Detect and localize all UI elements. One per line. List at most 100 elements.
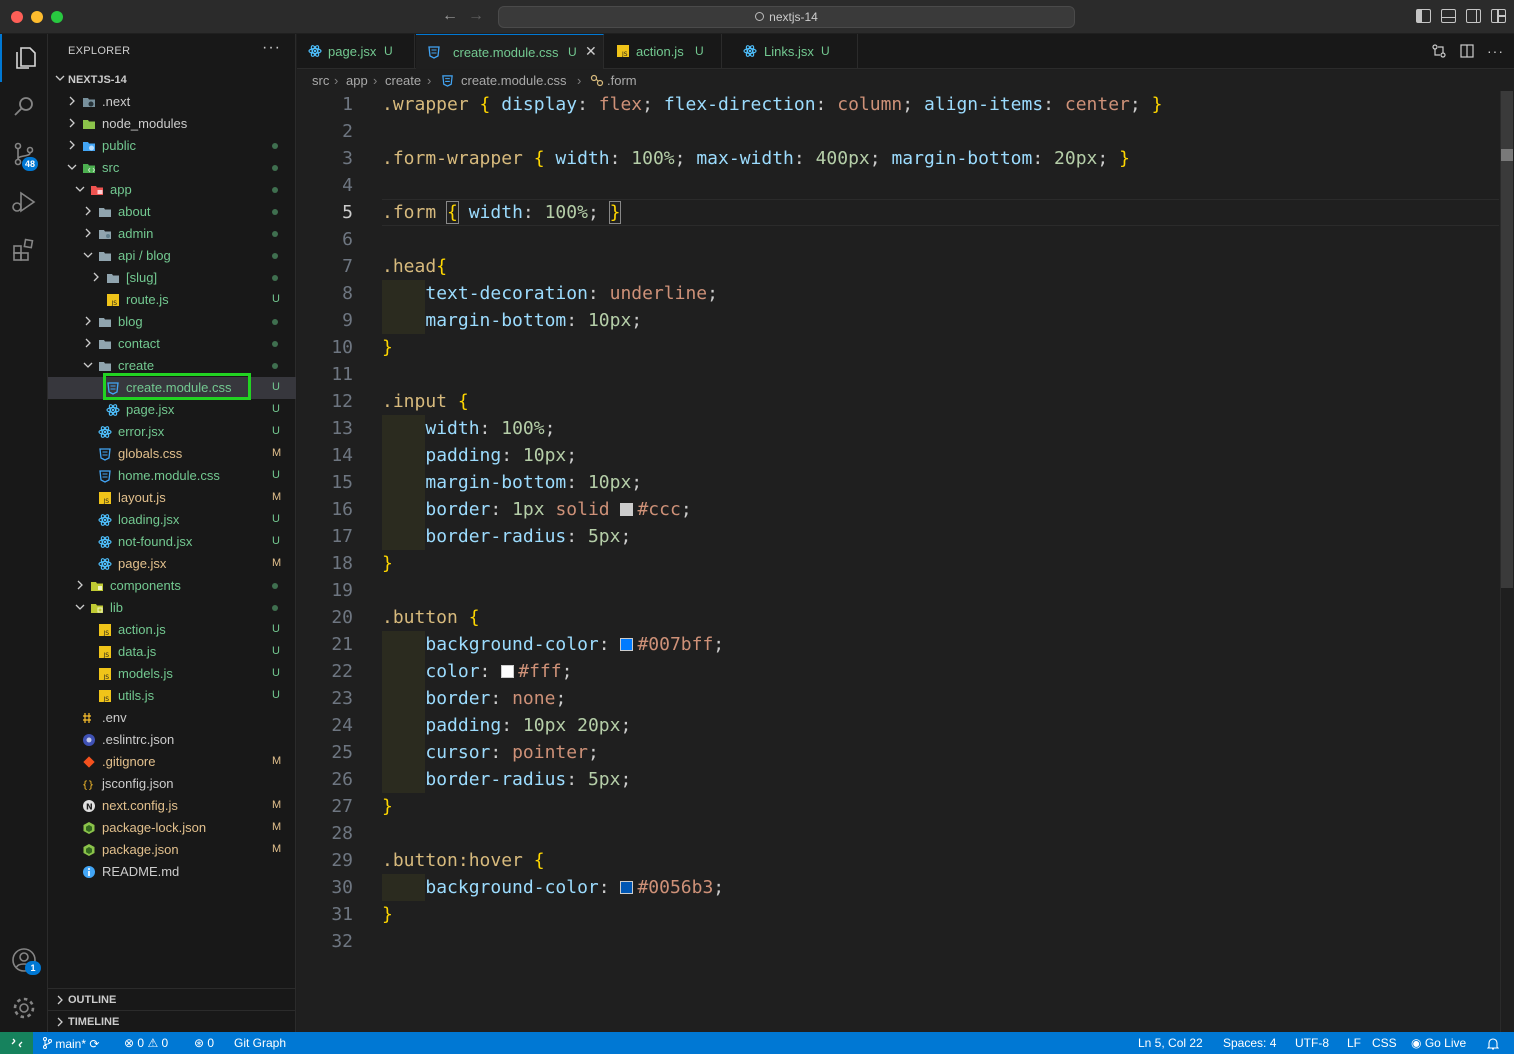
code-line[interactable]: } bbox=[382, 793, 393, 820]
line-ending[interactable]: LF bbox=[1347, 1036, 1361, 1050]
code-line[interactable]: width: 100%; bbox=[382, 415, 555, 442]
tree-file-item[interactable]: home.module.css U bbox=[48, 465, 296, 487]
tree-file-item[interactable]: page.jsx M bbox=[48, 553, 296, 575]
code-editor[interactable]: 1 2 3 4 5 6 7 8 9 10 11 12 13 14 15 16 17 18 19 20 21 22 23 24 2… bbox=[297, 91, 1514, 1032]
ports-indicator[interactable]: ⊛ 0 bbox=[194, 1036, 214, 1050]
cursor-position[interactable]: Ln 5, Col 22 bbox=[1138, 1036, 1203, 1050]
tree-file-item[interactable]: loading.jsx U bbox=[48, 509, 296, 531]
more-actions-icon[interactable]: ··· bbox=[1487, 43, 1504, 59]
back-arrow-icon[interactable]: ← bbox=[442, 7, 458, 25]
code-line[interactable]: padding: 10px 20px; bbox=[382, 712, 631, 739]
tree-file-item[interactable]: error.jsx U bbox=[48, 421, 296, 443]
git-graph-button[interactable]: Git Graph bbox=[234, 1036, 286, 1050]
breadcrumb-item[interactable]: create bbox=[385, 73, 421, 88]
close-window-button[interactable] bbox=[11, 11, 23, 23]
color-swatch[interactable] bbox=[620, 638, 634, 651]
source-control-activity[interactable]: 48 bbox=[0, 130, 48, 178]
code-line[interactable]: border: none; bbox=[382, 685, 566, 712]
outline-section[interactable]: OUTLINE bbox=[48, 988, 296, 1010]
tree-folder-item[interactable]: lib bbox=[48, 597, 296, 619]
code-line[interactable]: .input { bbox=[382, 388, 469, 415]
code-line[interactable]: .form { width: 100%; } bbox=[382, 199, 622, 226]
tree-folder-item[interactable]: components bbox=[48, 575, 296, 597]
toggle-panel-icon[interactable] bbox=[1441, 9, 1456, 23]
tree-file-item[interactable]: package.json M bbox=[48, 839, 296, 861]
tree-file-item[interactable]: package-lock.json M bbox=[48, 817, 296, 839]
command-center-search[interactable]: nextjs-14 bbox=[498, 6, 1075, 28]
encoding[interactable]: UTF-8 bbox=[1295, 1036, 1329, 1050]
explorer-more-actions[interactable]: ··· bbox=[262, 39, 281, 57]
color-swatch[interactable] bbox=[620, 503, 634, 516]
breadcrumb-item[interactable]: .form bbox=[607, 73, 637, 88]
tree-file-item[interactable]: .env bbox=[48, 707, 296, 729]
toggle-secondary-sidebar-icon[interactable] bbox=[1466, 9, 1481, 23]
sync-icon[interactable]: ⟳ bbox=[89, 1037, 99, 1051]
code-line[interactable]: border: 1px solid #ccc; bbox=[382, 496, 691, 523]
extensions-activity[interactable] bbox=[0, 226, 48, 274]
tree-folder-item[interactable]: about bbox=[48, 201, 296, 223]
project-root[interactable]: NEXTJS-14 bbox=[48, 70, 296, 90]
tab-action-js[interactable]: JS action.js U bbox=[605, 34, 722, 69]
color-swatch[interactable] bbox=[501, 665, 515, 678]
tree-file-item[interactable]: JS action.js U bbox=[48, 619, 296, 641]
indentation[interactable]: Spaces: 4 bbox=[1223, 1036, 1276, 1050]
tab-page-jsx[interactable]: page.jsx U bbox=[297, 34, 415, 69]
accounts-activity[interactable]: 1 bbox=[0, 936, 48, 984]
scrollbar-thumb[interactable] bbox=[1501, 91, 1513, 588]
zoom-window-button[interactable] bbox=[51, 11, 63, 23]
breadcrumb-item[interactable]: create.module.css bbox=[461, 73, 567, 88]
code-line[interactable]: margin-bottom: 10px; bbox=[382, 469, 642, 496]
color-swatch[interactable] bbox=[620, 881, 634, 894]
tree-folder-item[interactable]: [slug] bbox=[48, 267, 296, 289]
split-editor-icon[interactable] bbox=[1459, 43, 1475, 59]
code-line[interactable]: background-color: #0056b3; bbox=[382, 874, 724, 901]
code-line[interactable]: } bbox=[382, 550, 393, 577]
code-line[interactable]: } bbox=[382, 334, 393, 361]
search-activity[interactable] bbox=[0, 82, 48, 130]
tree-file-item[interactable]: JS route.js U bbox=[48, 289, 296, 311]
bell-icon[interactable] bbox=[1487, 1037, 1499, 1050]
manage-activity[interactable] bbox=[0, 984, 48, 1032]
tree-folder-item[interactable]: public bbox=[48, 135, 296, 157]
code-line[interactable]: .head{ bbox=[382, 253, 447, 280]
problems-indicator[interactable]: ⊗ 0 ⚠ 0 bbox=[124, 1036, 168, 1050]
code-line[interactable]: .form-wrapper { width: 100%; max-width: … bbox=[382, 145, 1130, 172]
code-line[interactable]: border-radius: 5px; bbox=[382, 766, 631, 793]
code-line[interactable]: } bbox=[382, 901, 393, 928]
code-line[interactable]: background-color: #007bff; bbox=[382, 631, 724, 658]
tree-file-item[interactable]: {} jsconfig.json bbox=[48, 773, 296, 795]
tree-file-item[interactable]: JS data.js U bbox=[48, 641, 296, 663]
tree-file-item[interactable]: JS utils.js U bbox=[48, 685, 296, 707]
forward-arrow-icon[interactable]: → bbox=[468, 7, 484, 25]
go-live-button[interactable]: ◉ Go Live bbox=[1411, 1036, 1466, 1050]
tree-file-item[interactable]: page.jsx U bbox=[48, 399, 296, 421]
tree-folder-item[interactable]: app bbox=[48, 179, 296, 201]
minimize-window-button[interactable] bbox=[31, 11, 43, 23]
code-line[interactable]: border-radius: 5px; bbox=[382, 523, 631, 550]
timeline-section[interactable]: TIMELINE bbox=[48, 1010, 296, 1032]
tree-folder-item[interactable]: src bbox=[48, 157, 296, 179]
tree-file-item[interactable]: globals.css M bbox=[48, 443, 296, 465]
tree-file-item[interactable]: .gitignore M bbox=[48, 751, 296, 773]
remote-indicator[interactable] bbox=[0, 1032, 33, 1054]
code-line[interactable]: text-decoration: underline; bbox=[382, 280, 718, 307]
branch-indicator[interactable]: main* ⟳ bbox=[42, 1036, 99, 1051]
toggle-primary-sidebar-icon[interactable] bbox=[1416, 9, 1431, 23]
language-mode[interactable]: CSS bbox=[1372, 1036, 1397, 1050]
run-debug-activity[interactable] bbox=[0, 178, 48, 226]
tree-folder-item[interactable]: node_modules bbox=[48, 113, 296, 135]
code-line[interactable]: .button { bbox=[382, 604, 480, 631]
compare-changes-icon[interactable] bbox=[1431, 43, 1447, 59]
breadcrumb-item[interactable]: src bbox=[312, 73, 329, 88]
tree-file-item[interactable]: JS models.js U bbox=[48, 663, 296, 685]
tab-create-module-css[interactable]: create.module.css U ✕ bbox=[416, 34, 604, 69]
tree-file-item[interactable]: Nnext.config.js M bbox=[48, 795, 296, 817]
editor-scrollbar[interactable] bbox=[1500, 91, 1514, 1032]
tree-folder-item[interactable]: blog bbox=[48, 311, 296, 333]
tree-file-item[interactable]: README.md bbox=[48, 861, 296, 883]
code-line[interactable]: .button:hover { bbox=[382, 847, 545, 874]
explorer-activity[interactable] bbox=[0, 34, 48, 82]
code-line[interactable]: padding: 10px; bbox=[382, 442, 577, 469]
code-line[interactable]: color: #fff; bbox=[382, 658, 572, 685]
tree-folder-item[interactable]: admin bbox=[48, 223, 296, 245]
